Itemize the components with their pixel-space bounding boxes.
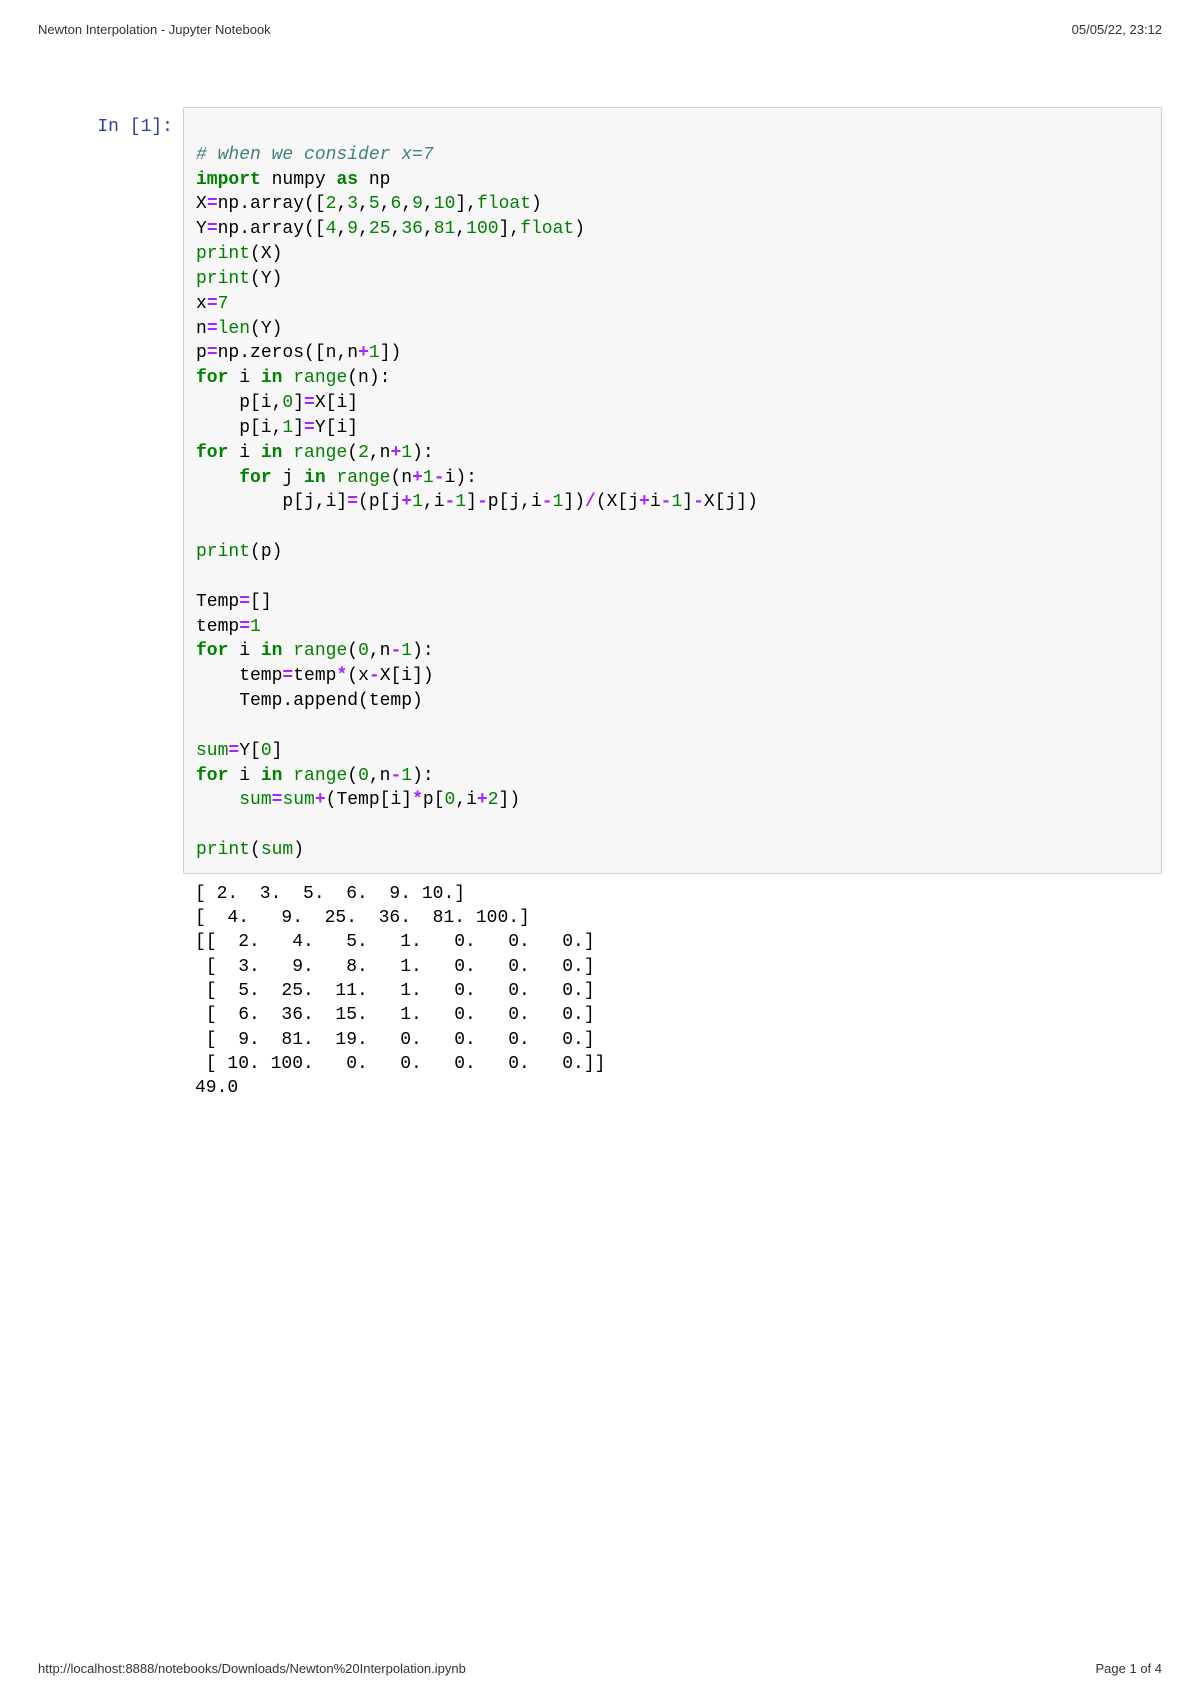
code-output: [ 2. 3. 5. 6. 9. 10.] [ 4. 9. 25. 36. 81… [183, 874, 1162, 1101]
page-footer: http://localhost:8888/notebooks/Download… [38, 1661, 1162, 1676]
input-prompt: In [1]: [38, 107, 183, 137]
page-header: Newton Interpolation - Jupyter Notebook … [0, 0, 1200, 37]
document-timestamp: 05/05/22, 23:12 [1072, 22, 1162, 37]
document-title: Newton Interpolation - Jupyter Notebook [38, 22, 271, 37]
footer-page: Page 1 of 4 [1096, 1661, 1163, 1676]
footer-url: http://localhost:8888/notebooks/Download… [38, 1661, 466, 1676]
code-cell: In [1]: # when we consider x=7 import nu… [38, 107, 1162, 874]
notebook-area: In [1]: # when we consider x=7 import nu… [0, 37, 1200, 1101]
code-content: # when we consider x=7 import numpy as n… [196, 118, 1149, 863]
code-input-area[interactable]: # when we consider x=7 import numpy as n… [183, 107, 1162, 874]
